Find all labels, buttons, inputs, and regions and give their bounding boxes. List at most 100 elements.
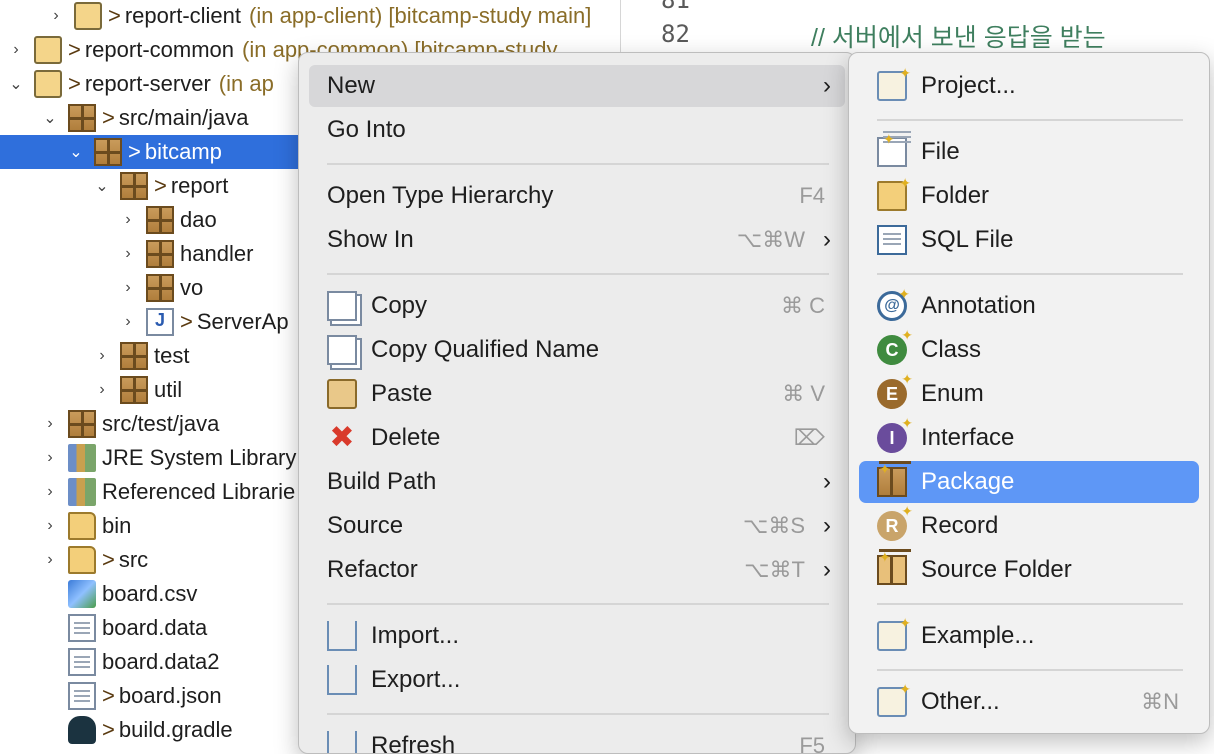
context-menu: New › Go Into Open Type Hierarchy F4 Show In ⌥… bbox=[298, 52, 856, 754]
sql-icon bbox=[877, 225, 907, 255]
csv-icon bbox=[68, 580, 96, 608]
chevron-down-icon[interactable]: ⌄ bbox=[8, 67, 24, 101]
new-file[interactable]: File bbox=[859, 131, 1199, 173]
git-dirty-marker: > bbox=[108, 3, 121, 28]
menu-item-label: Open Type Hierarchy bbox=[327, 182, 554, 209]
chevron-right-icon[interactable]: › bbox=[120, 271, 136, 305]
menu-item-copy-qualified-name[interactable]: Copy Qualified Name bbox=[309, 329, 845, 371]
git-dirty-marker: > bbox=[102, 683, 115, 708]
new-submenu: Project... File Folder SQL File @ Annotation C… bbox=[848, 52, 1210, 734]
menu-item-label: File bbox=[921, 138, 960, 165]
menu-separator bbox=[877, 273, 1183, 275]
chevron-right-icon[interactable]: › bbox=[120, 237, 136, 271]
chevron-right-icon[interactable]: › bbox=[42, 509, 58, 543]
menu-item-label: Record bbox=[921, 512, 999, 539]
menu-item-open-type-hierarchy[interactable]: Open Type Hierarchy F4 bbox=[309, 175, 845, 217]
chevron-down-icon[interactable]: ⌄ bbox=[42, 101, 58, 135]
menu-item-label: Example... bbox=[921, 622, 1035, 649]
shortcut-label: ⌥⌘T bbox=[744, 557, 805, 582]
chevron-down-icon[interactable]: ⌄ bbox=[94, 169, 110, 203]
java-icon bbox=[146, 308, 174, 336]
pkg-icon bbox=[146, 206, 174, 234]
menu-separator bbox=[327, 713, 829, 715]
tree-item-label: board.data2 bbox=[102, 649, 220, 674]
git-dirty-marker: > bbox=[68, 37, 81, 62]
shortcut-label: ⌘N bbox=[1141, 689, 1179, 714]
menu-item-export[interactable]: Export... bbox=[309, 659, 845, 701]
git-dirty-marker: > bbox=[68, 71, 81, 96]
menu-item-delete[interactable]: ✖ Delete ⌦ bbox=[309, 417, 845, 459]
chevron-right-icon[interactable]: › bbox=[94, 373, 110, 407]
menu-item-label: Folder bbox=[921, 182, 990, 209]
new-project[interactable]: Project... bbox=[859, 65, 1199, 107]
menu-item-show-in[interactable]: Show In ⌥⌘W › bbox=[309, 219, 845, 261]
tree-item-decoration: (in app-client) [bitcamp-study main] bbox=[249, 3, 592, 28]
menu-item-label: Refresh bbox=[371, 732, 456, 754]
menu-item-go-into[interactable]: Go Into bbox=[309, 109, 845, 151]
new-annotation[interactable]: @ Annotation bbox=[859, 285, 1199, 327]
chevron-right-icon[interactable]: › bbox=[8, 33, 24, 67]
menu-item-label: Show In bbox=[327, 226, 414, 253]
menu-item-refactor[interactable]: Refactor ⌥⌘T › bbox=[309, 549, 845, 591]
code-comment: // 서버에서 보낸 응답을 받는 bbox=[811, 24, 1106, 52]
tree-item-label: board.json bbox=[118, 683, 222, 708]
menu-item-new[interactable]: New › bbox=[309, 65, 845, 107]
chevron-right-icon[interactable]: › bbox=[42, 407, 58, 441]
new-other[interactable]: Other... ⌘N bbox=[859, 681, 1199, 723]
git-dirty-marker: > bbox=[102, 547, 115, 572]
chevron-right-icon[interactable]: › bbox=[42, 475, 58, 509]
chevron-right-icon[interactable]: › bbox=[94, 339, 110, 373]
line-number: 82 bbox=[661, 20, 690, 48]
file-icon bbox=[877, 131, 911, 167]
new-sql-file[interactable]: SQL File bbox=[859, 219, 1199, 261]
delete-icon: ✖ bbox=[329, 421, 355, 454]
menu-item-paste[interactable]: Paste ⌘ V bbox=[309, 373, 845, 415]
chevron-down-icon[interactable]: ⌄ bbox=[68, 135, 84, 169]
folder-icon bbox=[877, 175, 911, 211]
menu-item-label: Copy Qualified Name bbox=[371, 336, 600, 363]
menu-item-label: Go Into bbox=[327, 116, 406, 143]
import-icon bbox=[327, 621, 357, 651]
new-class[interactable]: C Class bbox=[859, 327, 1199, 371]
new-interface[interactable]: I Interface bbox=[859, 415, 1199, 459]
menu-item-refresh[interactable]: Refresh F5 bbox=[309, 725, 845, 754]
menu-item-label: Import... bbox=[371, 622, 460, 649]
tree-item[interactable]: › > report-client (in app-client) [bitcamp-… bbox=[0, 0, 668, 33]
chevron-right-icon[interactable]: › bbox=[42, 543, 58, 577]
file-icon bbox=[68, 648, 96, 676]
new-folder[interactable]: Folder bbox=[859, 175, 1199, 217]
pkg-icon bbox=[120, 342, 148, 370]
menu-item-build-path[interactable]: Build Path › bbox=[309, 461, 845, 503]
new-record[interactable]: R Record bbox=[859, 503, 1199, 547]
new-enum[interactable]: E Enum bbox=[859, 371, 1199, 415]
record-icon: R bbox=[877, 503, 913, 541]
new-example[interactable]: Example... bbox=[859, 615, 1199, 657]
menu-item-label: Paste bbox=[371, 380, 433, 407]
menu-separator bbox=[877, 603, 1183, 605]
proj-icon bbox=[34, 36, 62, 64]
menu-separator bbox=[877, 669, 1183, 671]
menu-item-source[interactable]: Source ⌥⌘S › bbox=[309, 505, 845, 547]
copy-icon bbox=[327, 335, 357, 365]
source-folder-icon bbox=[877, 549, 911, 585]
tree-item-label: report bbox=[170, 173, 229, 198]
line-number: 81 bbox=[661, 0, 690, 14]
package-icon bbox=[877, 461, 911, 497]
tree-item-label: src/main/java bbox=[118, 105, 249, 130]
menu-item-copy[interactable]: Copy ⌘ C bbox=[309, 285, 845, 327]
chevron-right-icon[interactable]: › bbox=[120, 305, 136, 339]
chevron-right-icon[interactable]: › bbox=[120, 203, 136, 237]
menu-item-label: Delete bbox=[371, 424, 441, 451]
tree-item-label: JRE System Library bbox=[102, 445, 297, 470]
shortcut-label: F5 bbox=[799, 733, 825, 754]
new-package[interactable]: Package bbox=[859, 461, 1199, 503]
shortcut-label: ⌘ C bbox=[781, 293, 825, 318]
pkg-icon bbox=[146, 240, 174, 268]
new-source-folder[interactable]: Source Folder bbox=[859, 549, 1199, 591]
lib-icon bbox=[68, 478, 96, 506]
chevron-right-icon[interactable]: › bbox=[48, 0, 64, 33]
menu-item-import[interactable]: Import... bbox=[309, 615, 845, 657]
chevron-right-icon[interactable]: › bbox=[42, 441, 58, 475]
